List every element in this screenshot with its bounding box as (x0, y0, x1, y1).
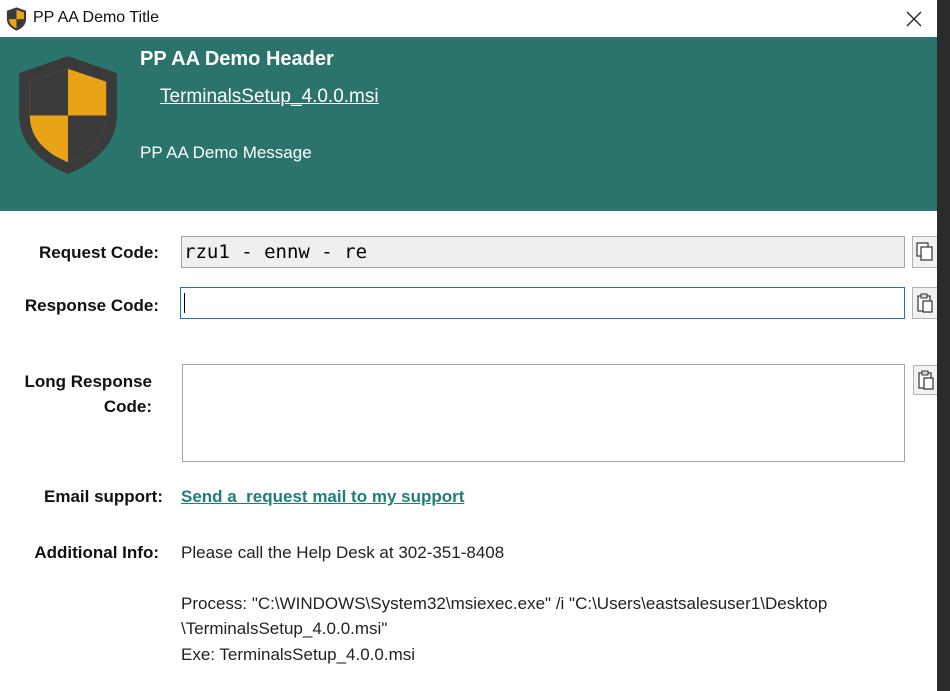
window-title: PP AA Demo Title (33, 9, 159, 26)
header-message: PP AA Demo Message (140, 143, 312, 162)
request-code-value: rzu1 - ennw - re (184, 241, 368, 263)
request-code-field[interactable]: rzu1 - ennw - re (181, 236, 905, 268)
header-title: PP AA Demo Header (140, 48, 334, 70)
shield-icon (19, 56, 117, 174)
request-code-label: Request Code: (39, 243, 159, 262)
title-bar: PP AA Demo Title (0, 0, 937, 38)
paste-icon (917, 293, 933, 313)
header-banner: PP AA Demo Header TerminalsSetup_4.0.0.m… (0, 37, 937, 211)
process-text-line1: Process: "C:\WINDOWS\System32\msiexec.ex… (181, 594, 828, 613)
email-support-link[interactable]: Send a request mail to my support (181, 487, 464, 507)
dialog-window: PP AA Demo Title PP AA Demo Header Termi… (0, 0, 937, 691)
additional-info-label: Additional Info: (34, 543, 159, 562)
long-response-code-label: Long Response Code: (20, 369, 152, 419)
file-link[interactable]: TerminalsSetup_4.0.0.msi (160, 86, 379, 108)
paste-long-response-button[interactable] (913, 365, 937, 395)
copy-request-code-button[interactable] (912, 236, 937, 268)
long-response-label-line1: Long Response (24, 372, 152, 391)
exe-text: Exe: TerminalsSetup_4.0.0.msi (181, 645, 416, 664)
process-text-line2: \TerminalsSetup_4.0.0.msi" (181, 619, 388, 638)
close-icon (906, 11, 922, 26)
copy-icon (916, 242, 933, 261)
paste-icon (918, 370, 934, 390)
response-code-label: Response Code: (24, 296, 159, 315)
long-response-label-line2: Code: (103, 397, 152, 416)
long-response-code-textarea[interactable] (182, 364, 905, 462)
help-desk-text: Please call the Help Desk at 302-351-840… (181, 543, 505, 562)
email-support-label: Email support: (43, 487, 163, 506)
response-code-input[interactable] (180, 287, 905, 319)
paste-response-code-button[interactable] (912, 287, 937, 319)
close-button[interactable] (891, 0, 937, 37)
shield-icon (6, 7, 27, 31)
text-caret (184, 293, 185, 313)
